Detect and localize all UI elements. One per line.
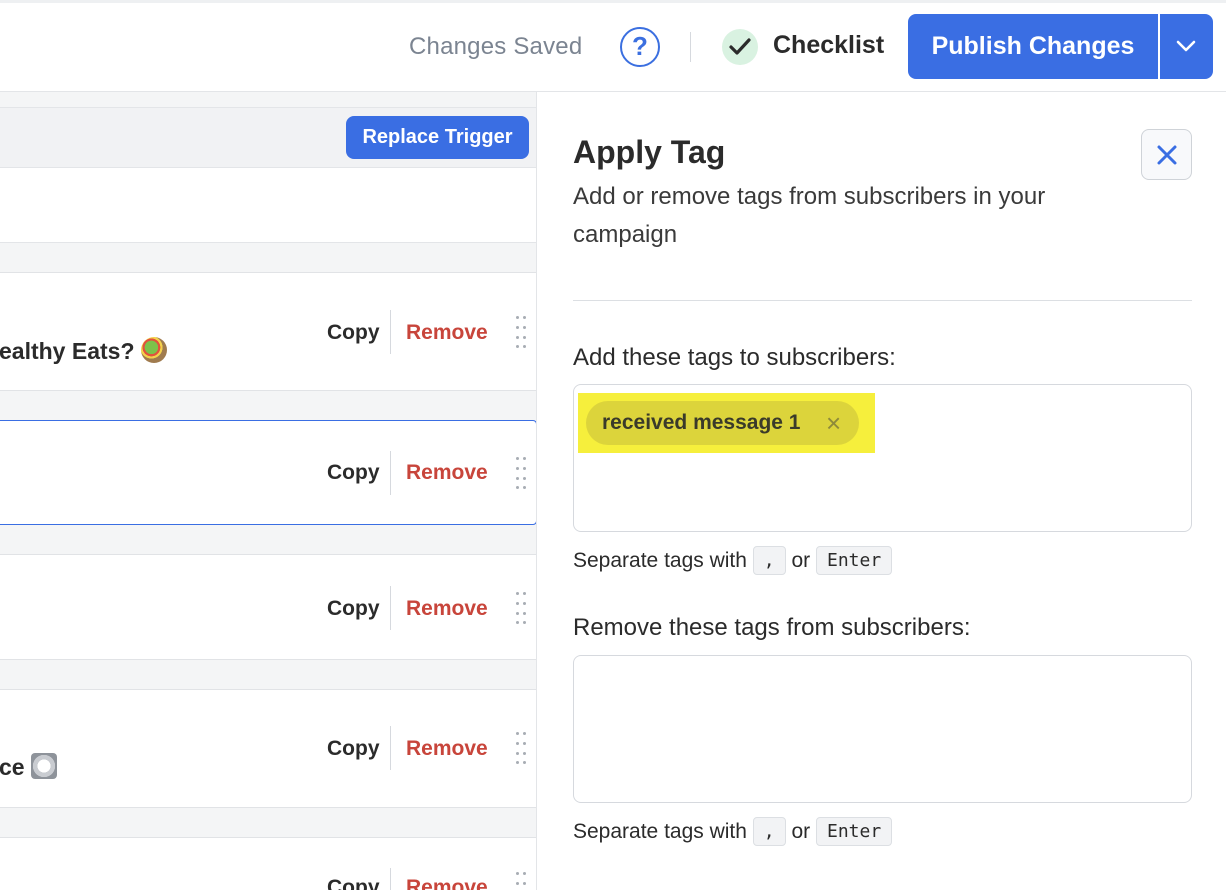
action-divider <box>390 868 391 890</box>
panel-divider <box>573 300 1192 301</box>
trigger-header: Replace Trigger <box>0 107 536 168</box>
remove-step-button[interactable]: Remove <box>406 737 488 761</box>
header-top-border <box>0 0 1226 3</box>
trigger-body[interactable] <box>0 168 536 243</box>
enter-key: Enter <box>816 546 893 575</box>
copy-step-button[interactable]: Copy <box>327 461 380 485</box>
add-tags-hint: Separate tags with , or Enter <box>573 546 893 575</box>
action-divider <box>390 726 391 770</box>
step-message-snippet: ealthy Eats? <box>0 337 167 365</box>
copy-step-button[interactable]: Copy <box>327 321 380 345</box>
header-divider <box>690 32 691 62</box>
remove-step-button[interactable]: Remove <box>406 461 488 485</box>
panel-title: Apply Tag <box>573 134 726 170</box>
add-tags-input[interactable]: received message 1 × <box>573 384 1192 532</box>
remove-tags-hint: Separate tags with , or Enter <box>573 817 893 846</box>
remove-step-button[interactable]: Remove <box>406 876 488 890</box>
copy-step-button[interactable]: Copy <box>327 597 380 621</box>
copy-step-button[interactable]: Copy <box>327 737 380 761</box>
remove-step-button[interactable]: Remove <box>406 597 488 621</box>
add-tags-label: Add these tags to subscribers: <box>573 344 896 371</box>
publish-changes-button[interactable]: Publish Changes <box>908 14 1158 79</box>
workflow-canvas: Replace Trigger Copy Remove ealthy Eats?… <box>0 92 537 890</box>
remove-step-button[interactable]: Remove <box>406 321 488 345</box>
workflow-step-card[interactable]: Copy Remove ealthy Eats? <box>0 272 536 391</box>
chevron-down-icon <box>1176 40 1196 52</box>
tag-chip-label: received message 1 <box>602 411 801 434</box>
replace-trigger-button[interactable]: Replace Trigger <box>346 116 529 159</box>
comma-key: , <box>752 546 786 575</box>
workflow-step-card[interactable]: Copy Remove ce <box>0 689 536 808</box>
checklist-button[interactable]: Checklist <box>773 31 884 60</box>
drag-handle-icon[interactable] <box>514 316 528 348</box>
comma-key: , <box>752 817 786 846</box>
close-icon <box>1157 145 1177 165</box>
workflow-step-card-selected[interactable]: Copy Remove <box>0 420 536 525</box>
close-panel-button[interactable] <box>1141 129 1192 180</box>
remove-tags-input[interactable] <box>573 655 1192 803</box>
apply-tag-panel: Apply Tag Add or remove tags from subscr… <box>538 92 1226 890</box>
remove-tags-label: Remove these tags from subscribers: <box>573 614 971 641</box>
remove-tag-icon[interactable]: × <box>826 408 841 439</box>
publish-options-dropdown[interactable] <box>1160 14 1213 79</box>
changes-saved-status: Changes Saved <box>409 33 583 60</box>
drag-handle-icon[interactable] <box>514 872 528 890</box>
enter-key: Enter <box>816 817 893 846</box>
salad-emoji-icon <box>140 337 167 363</box>
drag-handle-icon[interactable] <box>514 592 528 624</box>
top-header: Changes Saved ? Checklist Publish Change… <box>0 0 1226 92</box>
workflow-step-card[interactable]: Copy Remove <box>0 837 536 890</box>
action-divider <box>390 310 391 354</box>
plate-emoji-icon <box>30 753 57 779</box>
tag-chip: received message 1 × <box>586 401 859 445</box>
workflow-step-card[interactable]: Copy Remove <box>0 554 536 660</box>
action-divider <box>390 451 391 495</box>
step-message-snippet: ce <box>0 753 57 781</box>
drag-handle-icon[interactable] <box>514 732 528 764</box>
action-divider <box>390 586 391 630</box>
checklist-check-icon[interactable] <box>722 29 758 65</box>
help-icon[interactable]: ? <box>620 27 660 67</box>
drag-handle-icon[interactable] <box>514 457 528 489</box>
copy-step-button[interactable]: Copy <box>327 876 380 890</box>
panel-description: Add or remove tags from subscribers in y… <box>573 183 1046 248</box>
